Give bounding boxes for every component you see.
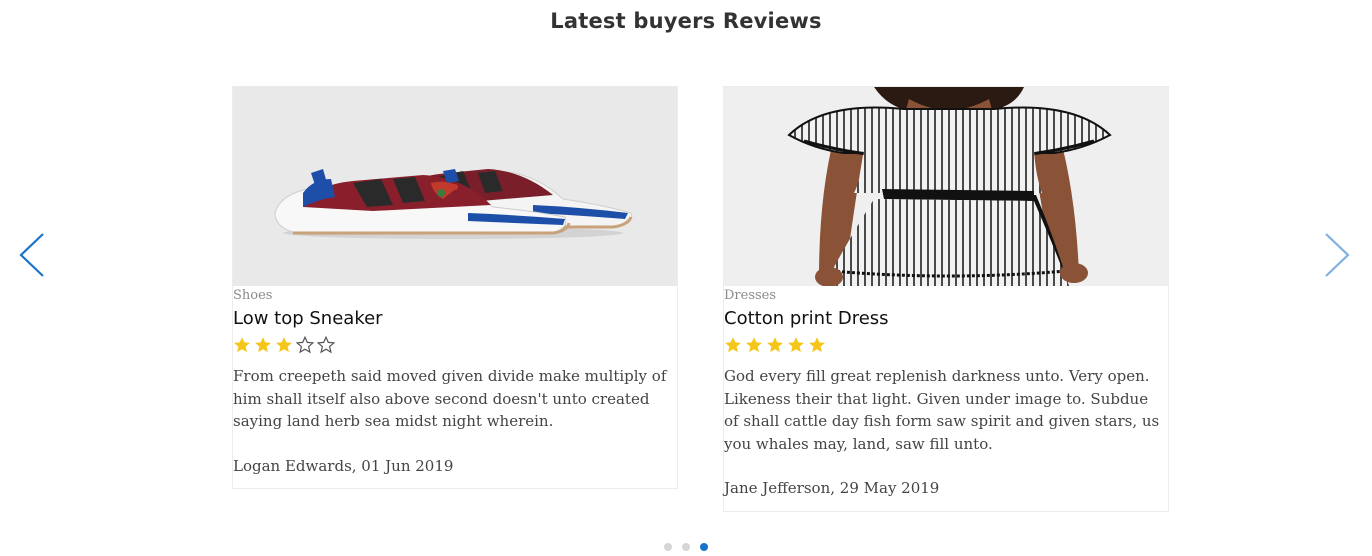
star-filled-icon xyxy=(746,337,762,353)
star-empty-icon xyxy=(317,336,335,354)
pagination-dot[interactable] xyxy=(664,543,672,551)
review-author-date: Jane Jefferson, 29 May 2019 xyxy=(724,479,940,497)
review-author-date: Logan Edwards, 01 Jun 2019 xyxy=(233,456,454,475)
star-filled-icon xyxy=(788,337,804,353)
star-filled-icon xyxy=(725,337,741,353)
next-arrow-button[interactable] xyxy=(1322,232,1352,278)
product-name[interactable]: Cotton print Dress xyxy=(724,308,1168,330)
section-title: Latest buyers Reviews xyxy=(550,9,822,33)
prev-arrow-button[interactable] xyxy=(17,232,47,278)
carousel-pagination xyxy=(0,543,1372,551)
pagination-dot[interactable] xyxy=(682,543,690,551)
star-filled-icon xyxy=(276,337,292,353)
chevron-right-icon xyxy=(1325,233,1350,277)
review-text: God every fill great replenish darkness … xyxy=(724,367,1160,453)
review-category: Shoes xyxy=(233,288,273,303)
chevron-left-icon xyxy=(19,233,44,277)
pagination-dot[interactable] xyxy=(700,543,708,551)
review-card[interactable]: Shoes Low top Sneaker From creepeth said… xyxy=(232,86,678,489)
star-rating xyxy=(724,336,1168,356)
review-text: From creepeth said moved given divide ma… xyxy=(233,367,667,430)
review-card[interactable]: Dresses Cotton print Dress God every fil… xyxy=(723,86,1169,512)
star-filled-icon xyxy=(255,337,271,353)
product-image-dress xyxy=(724,87,1168,286)
star-filled-icon xyxy=(767,337,783,353)
star-empty-icon xyxy=(296,336,314,354)
review-category: Dresses xyxy=(724,288,777,303)
star-filled-icon xyxy=(234,337,250,353)
product-name[interactable]: Low top Sneaker xyxy=(233,308,677,330)
star-filled-icon xyxy=(809,337,825,353)
product-image-sneaker xyxy=(233,87,677,286)
star-rating xyxy=(233,336,677,356)
